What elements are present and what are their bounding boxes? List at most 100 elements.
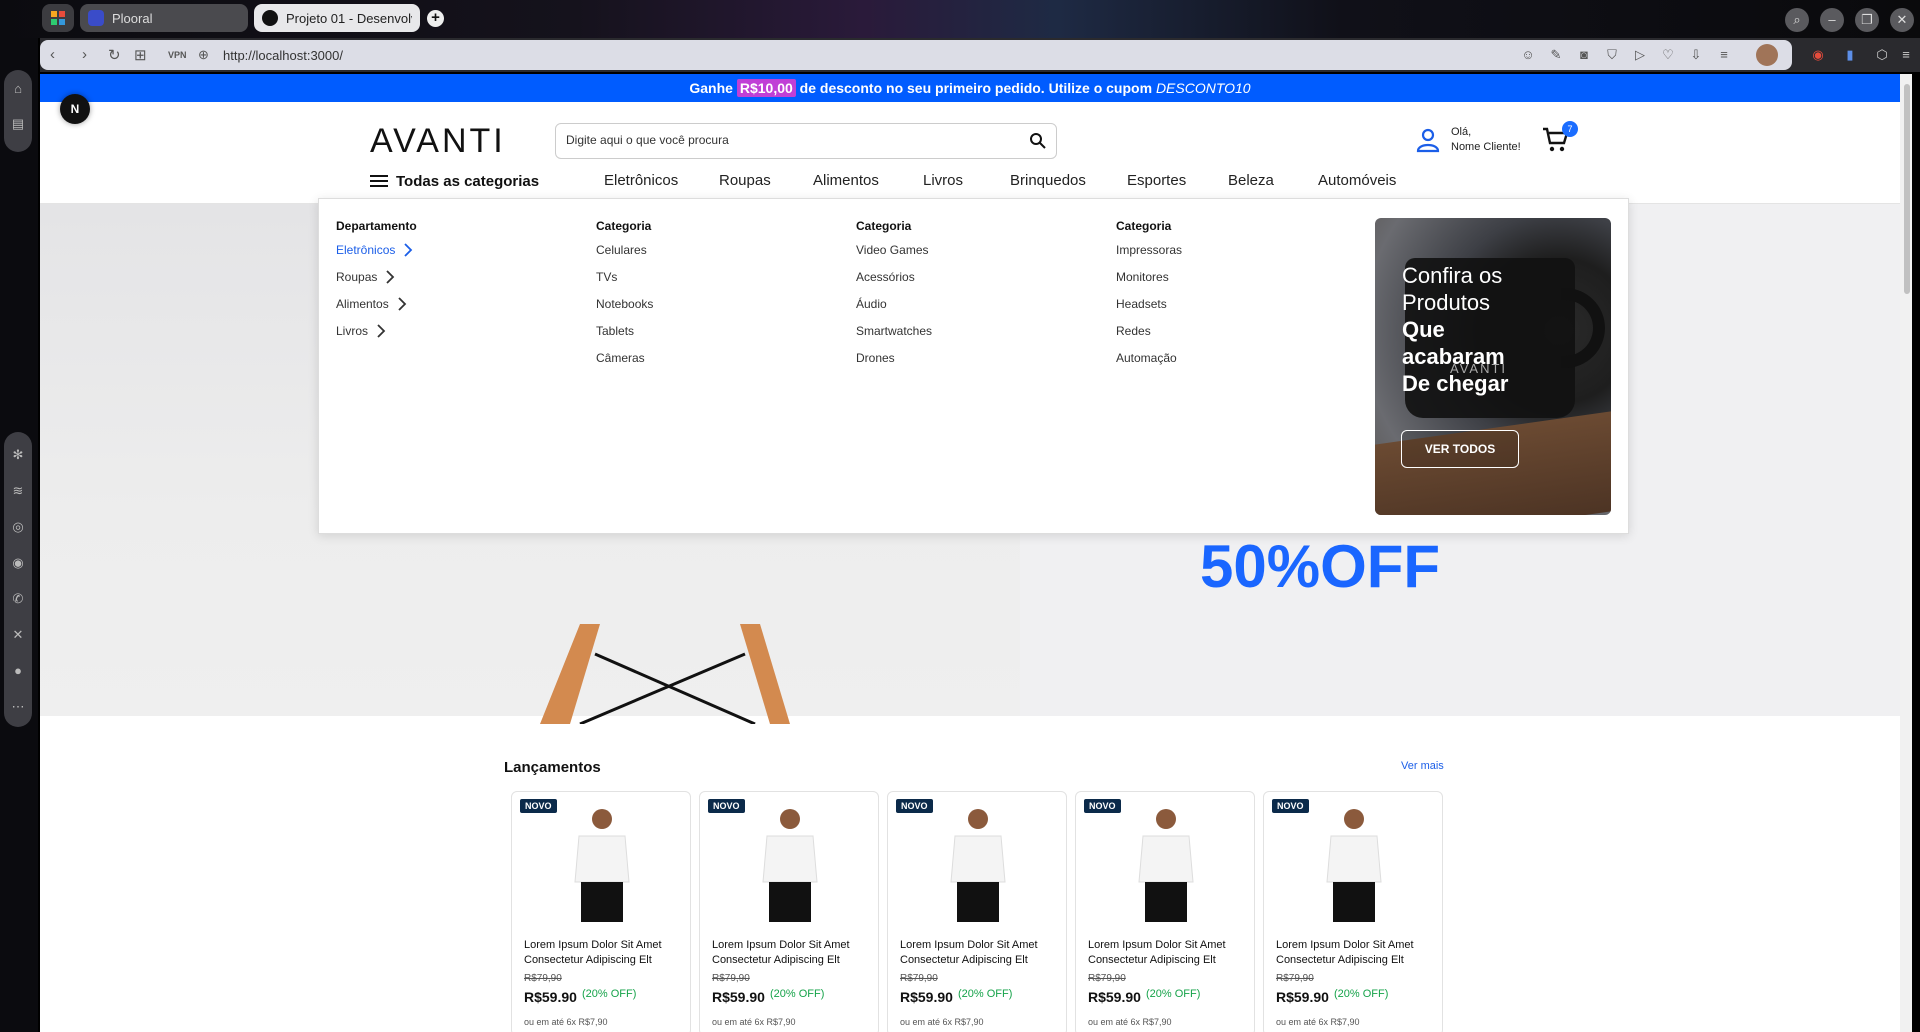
category-link[interactable]: Redes [1116, 324, 1182, 351]
search-input[interactable] [566, 133, 1006, 147]
tab-projeto[interactable]: Projeto 01 - Desenvolvim [254, 4, 420, 32]
circle-app-icon[interactable]: ● [9, 662, 27, 680]
heart-icon[interactable]: ♡ [1660, 47, 1676, 63]
search-tabs-icon[interactable]: ⌕ [1785, 8, 1809, 32]
nav-item-roupas[interactable]: Roupas [719, 172, 771, 189]
category-link[interactable]: Video Games [856, 243, 932, 270]
page-scrollbar[interactable] [1900, 74, 1912, 1032]
product-name: Lorem Ipsum Dolor Sit Amet Consectetur A… [900, 939, 1038, 966]
see-all-button[interactable]: VER TODOS [1401, 430, 1519, 468]
home-icon[interactable]: ⌂ [9, 80, 27, 98]
camera-icon[interactable]: ◙ [1576, 47, 1592, 63]
emoji-icon[interactable]: ☺ [1520, 47, 1536, 63]
scrollbar-thumb[interactable] [1904, 84, 1910, 294]
search-box [555, 123, 1057, 159]
user-account[interactable]: Olá, Nome Cliente! [1415, 125, 1521, 155]
category-link[interactable]: Drones [856, 351, 932, 378]
product-price: R$59.90 [712, 989, 765, 1005]
promo-card[interactable]: AVANTI Confira os Produtos Que acabaram … [1375, 218, 1611, 515]
close-icon[interactable]: ✕ [1890, 8, 1914, 32]
speed-dial-icon[interactable]: ⊞ [134, 46, 147, 64]
nav-item-eletronicos[interactable]: Eletrônicos [604, 172, 678, 189]
category-link[interactable]: Headsets [1116, 297, 1182, 324]
all-categories-button[interactable]: Todas as categorias [370, 172, 539, 190]
product-discount: (20% OFF) [1146, 988, 1201, 1000]
notes-icon[interactable]: ▤ [9, 115, 27, 133]
category-link[interactable]: Automação [1116, 351, 1182, 378]
site-logo[interactable]: AVANTI [370, 122, 506, 161]
product-card[interactable]: NOVO Lorem Ipsum Dolor Sit Amet Consecte… [887, 791, 1067, 1032]
profile-avatar-icon[interactable] [1756, 44, 1778, 66]
nav-item-livros[interactable]: Livros [923, 172, 963, 189]
extension-blue-icon[interactable]: ▮ [1842, 47, 1858, 63]
ai-icon[interactable]: ✻ [9, 446, 27, 464]
nav-item-alimentos[interactable]: Alimentos [813, 172, 879, 189]
category-link[interactable]: Tablets [596, 324, 653, 351]
x-icon[interactable]: ✕ [9, 626, 27, 644]
more-icon[interactable]: ⋯ [9, 698, 27, 716]
promo-line: Confira os [1402, 263, 1503, 288]
department-item-label: Alimentos [336, 297, 389, 311]
category-link[interactable]: Monitores [1116, 270, 1182, 297]
search-icon[interactable] [1028, 131, 1048, 151]
edit-icon[interactable]: ✎ [1548, 47, 1564, 63]
sidebar-apps-group [4, 432, 32, 727]
product-card[interactable]: NOVO Lorem Ipsum Dolor Sit Amet Consecte… [1263, 791, 1443, 1032]
department-item-alimentos[interactable]: Alimentos [336, 297, 417, 324]
department-item-label: Roupas [336, 270, 378, 284]
greeting-line1: Olá, [1451, 126, 1472, 138]
see-more-link[interactable]: Ver mais [1401, 760, 1444, 772]
category-link[interactable]: Câmeras [596, 351, 653, 378]
browser-menu-icon[interactable]: ≡ [1898, 47, 1914, 63]
product-card[interactable]: NOVO Lorem Ipsum Dolor Sit Amet Consecte… [1075, 791, 1255, 1032]
category-link[interactable]: Acessórios [856, 270, 932, 297]
product-price: R$59.90 [900, 989, 953, 1005]
department-item-livros[interactable]: Livros [336, 324, 417, 351]
extension-red-icon[interactable]: ◉ [1810, 47, 1826, 63]
category-link[interactable]: Áudio [856, 297, 932, 324]
new-tab-button[interactable]: + [427, 10, 444, 27]
greeting-line2: Nome Cliente! [1451, 141, 1521, 153]
category-link[interactable]: Impressoras [1116, 243, 1182, 270]
product-name: Lorem Ipsum Dolor Sit Amet Consectetur A… [1276, 939, 1414, 966]
layers-icon[interactable]: ≋ [9, 482, 27, 500]
restore-icon[interactable]: ❐ [1855, 8, 1879, 32]
nav-item-beleza[interactable]: Beleza [1228, 172, 1274, 189]
all-categories-label: Todas as categorias [396, 172, 540, 190]
department-item-roupas[interactable]: Roupas [336, 270, 417, 297]
download-icon[interactable]: ⇩ [1688, 47, 1704, 63]
whatsapp-icon[interactable]: ✆ [9, 590, 27, 608]
product-image [1138, 809, 1194, 922]
messenger-icon[interactable]: ◉ [9, 554, 27, 572]
back-icon[interactable]: ‹ [50, 46, 55, 63]
nextjs-dev-badge[interactable]: N [60, 94, 90, 124]
nav-item-esportes[interactable]: Esportes [1127, 172, 1186, 189]
tab-overview-icon[interactable] [42, 4, 74, 32]
chevron-right-icon [398, 297, 406, 311]
vpn-badge[interactable]: VPN [168, 50, 187, 60]
forward-icon[interactable]: › [82, 46, 87, 63]
new-badge: NOVO [896, 799, 933, 813]
menu-icon[interactable]: ≡ [1716, 47, 1732, 63]
promo-bar: Ganhe R$10,00 de desconto no seu primeir… [40, 74, 1900, 102]
product-card[interactable]: NOVO Lorem Ipsum Dolor Sit Amet Consecte… [699, 791, 879, 1032]
extensions-cube-icon[interactable]: ⬡ [1874, 47, 1890, 63]
promo-line: De chegar [1402, 371, 1509, 396]
nav-item-automoveis[interactable]: Automóveis [1318, 172, 1396, 189]
product-discount: (20% OFF) [1334, 988, 1389, 1000]
minimize-icon[interactable]: – [1820, 8, 1844, 32]
play-icon[interactable]: ▷ [1632, 47, 1648, 63]
tab-plooral[interactable]: Plooral [80, 4, 248, 32]
category-link[interactable]: Celulares [596, 243, 653, 270]
shield-icon[interactable]: ⛉ [1604, 47, 1620, 63]
category-link[interactable]: Smartwatches [856, 324, 932, 351]
instagram-icon[interactable]: ◎ [9, 518, 27, 536]
nav-item-brinquedos[interactable]: Brinquedos [1010, 172, 1086, 189]
site-info-icon[interactable]: ⊕ [198, 47, 209, 63]
department-item-eletronicos[interactable]: Eletrônicos [336, 243, 417, 270]
reload-icon[interactable]: ↻ [108, 46, 121, 64]
url-text[interactable]: http://localhost:3000/ [223, 48, 343, 63]
category-link[interactable]: TVs [596, 270, 653, 297]
category-link[interactable]: Notebooks [596, 297, 653, 324]
product-card[interactable]: NOVO Lorem Ipsum Dolor Sit Amet Consecte… [511, 791, 691, 1032]
